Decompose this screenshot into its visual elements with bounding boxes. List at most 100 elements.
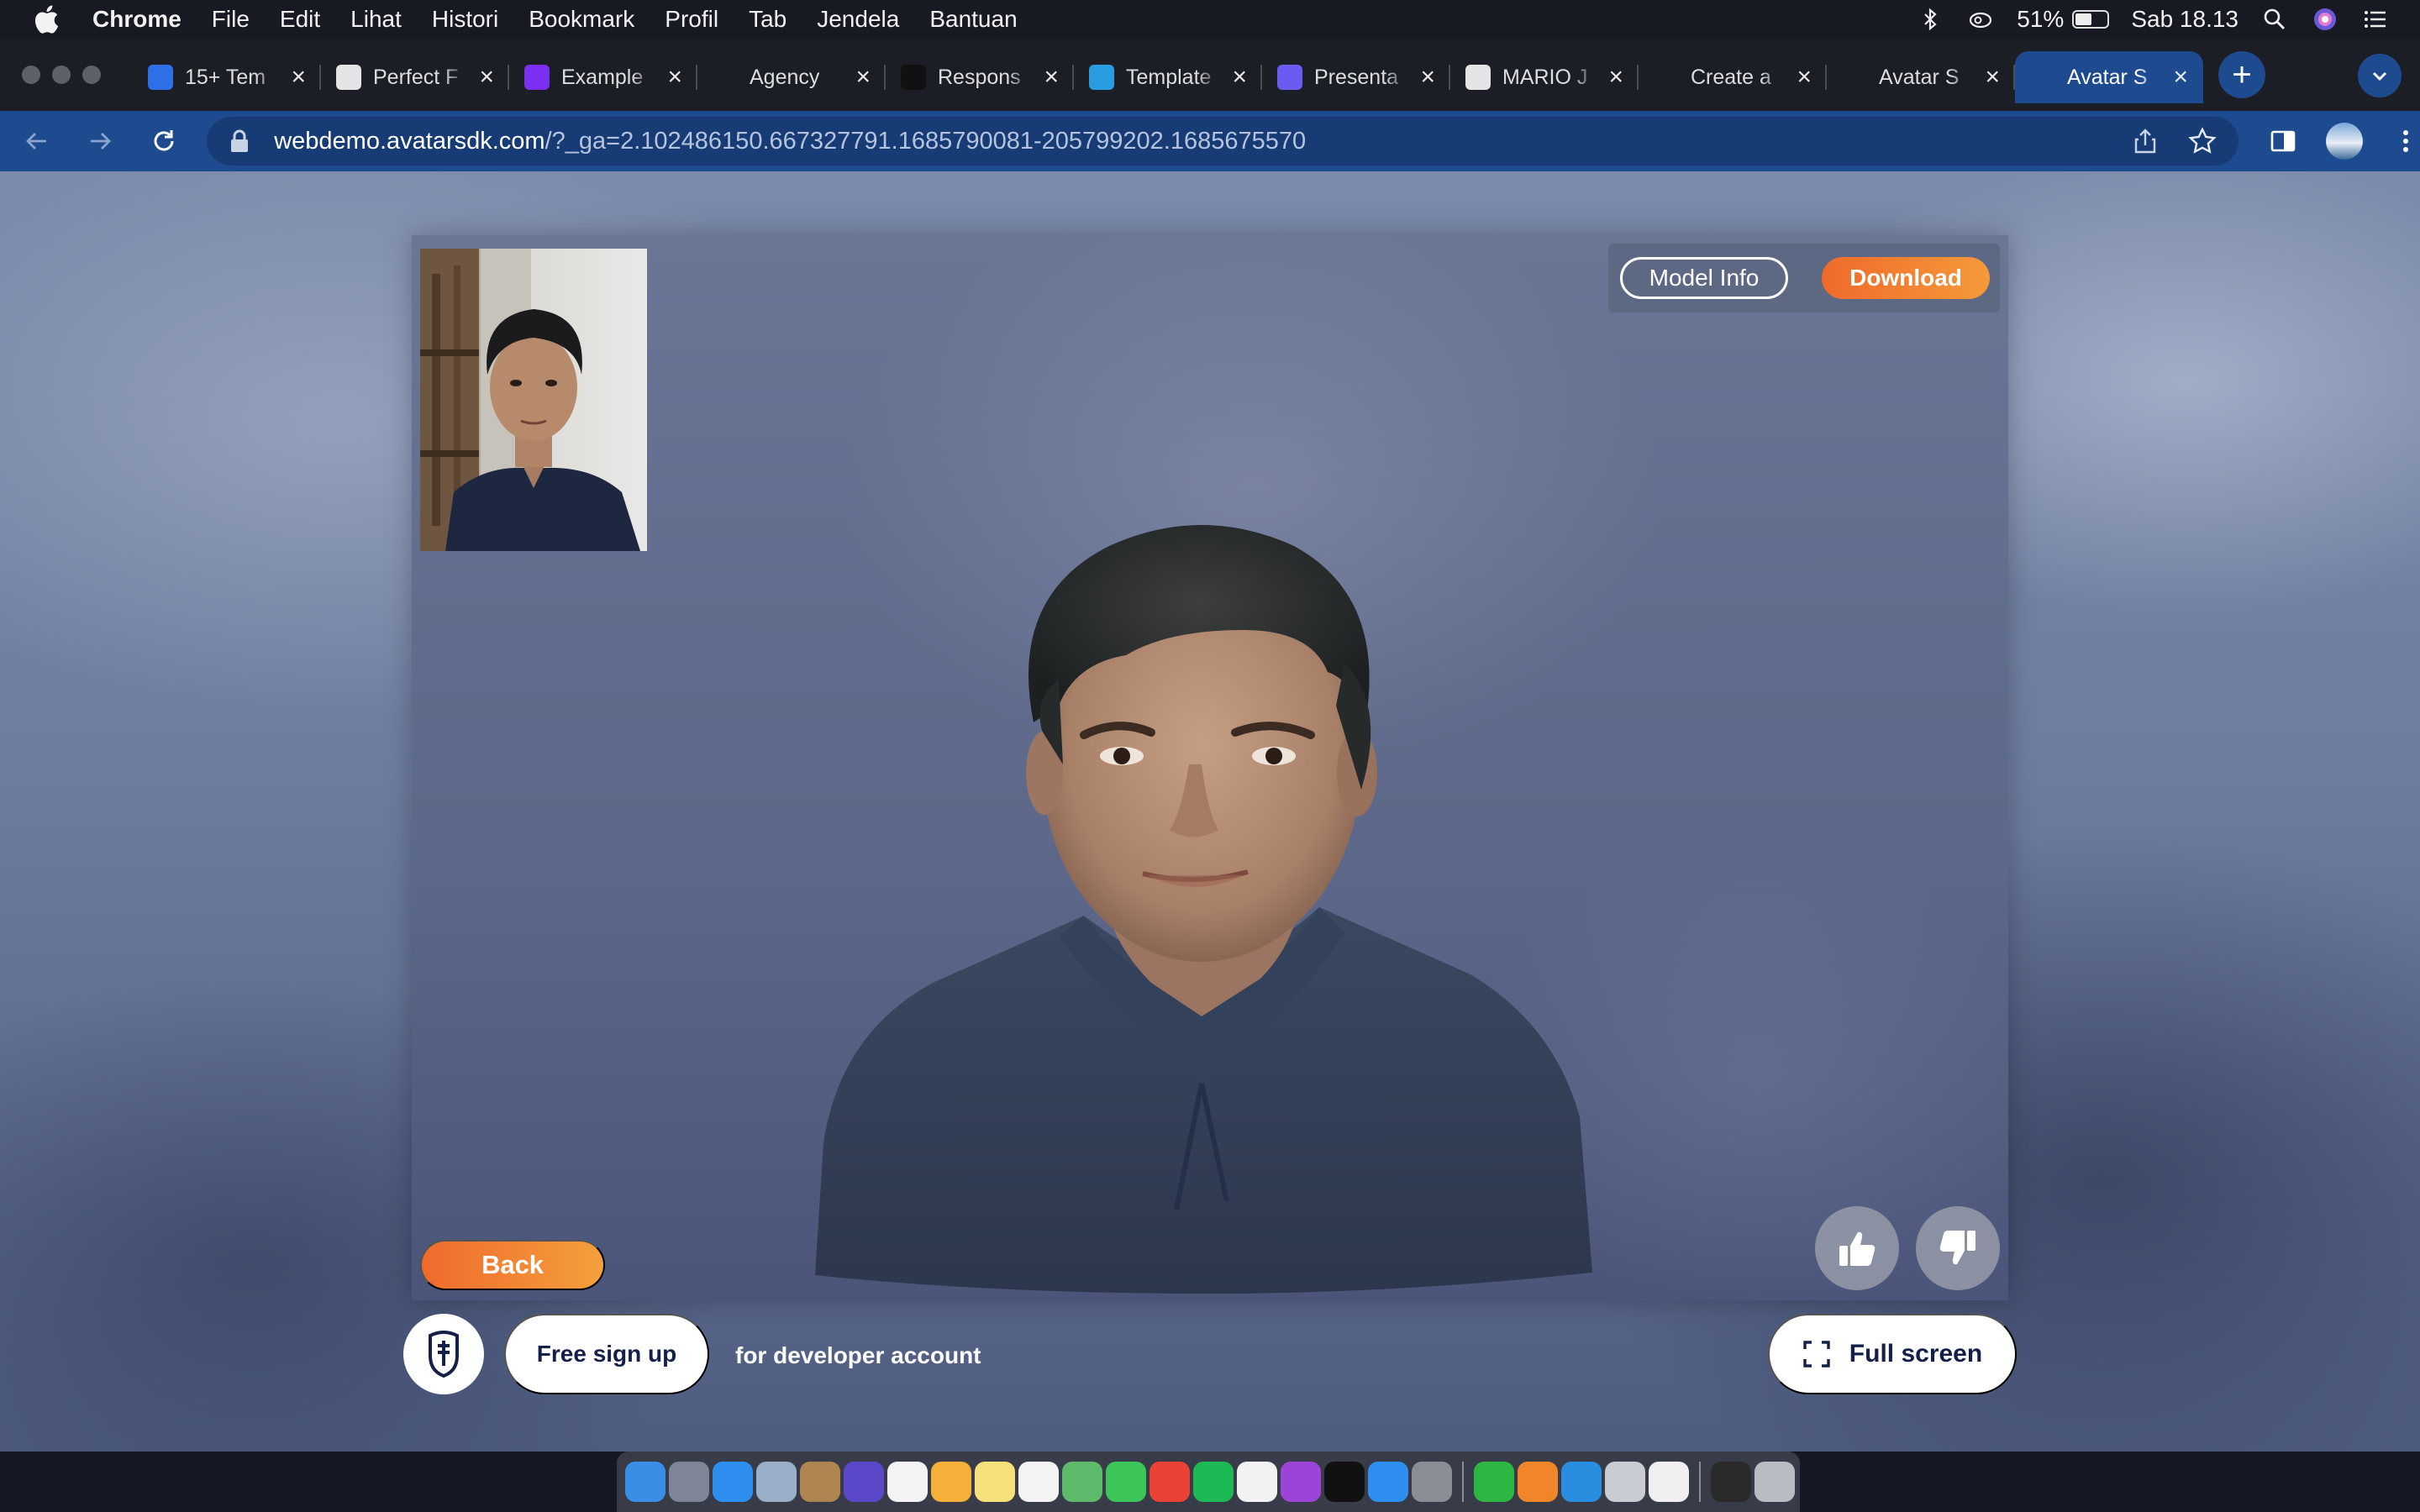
podcasts-icon[interactable] bbox=[1281, 1462, 1321, 1502]
fullscreen-icon bbox=[1803, 1341, 1830, 1368]
spotify-icon[interactable] bbox=[1193, 1462, 1234, 1502]
menu-help[interactable]: Bantuan bbox=[914, 6, 1032, 33]
tab[interactable]: Create a × bbox=[1639, 51, 1827, 103]
tab-title: Perfect F bbox=[373, 65, 459, 89]
creative-cloud-icon[interactable] bbox=[1966, 5, 1995, 34]
bootstrap-icon bbox=[524, 65, 550, 90]
tab-close-icon[interactable]: × bbox=[291, 63, 306, 92]
siri-icon[interactable] bbox=[2311, 5, 2339, 34]
minimize-window-button[interactable] bbox=[52, 66, 71, 84]
tab[interactable]: Template × bbox=[1074, 51, 1262, 103]
notes-brown-icon[interactable] bbox=[800, 1462, 840, 1502]
tab[interactable]: 15+ Tem × bbox=[133, 51, 321, 103]
app-store-icon[interactable] bbox=[1368, 1462, 1408, 1502]
dock-separator bbox=[1699, 1462, 1701, 1502]
tab[interactable]: Agency × bbox=[697, 51, 886, 103]
reload-button[interactable] bbox=[137, 114, 190, 168]
menu-bookmarks[interactable]: Bookmark bbox=[513, 6, 650, 33]
trash-icon[interactable] bbox=[1754, 1462, 1795, 1502]
vscode-icon[interactable] bbox=[1561, 1462, 1602, 1502]
side-panel-icon[interactable] bbox=[2269, 127, 2297, 155]
fullscreen-button[interactable]: Full screen bbox=[1768, 1314, 2017, 1394]
tab[interactable]: Respons × bbox=[886, 51, 1074, 103]
tab-close-icon[interactable]: × bbox=[1420, 63, 1435, 92]
thumbs-up-icon bbox=[1839, 1231, 1876, 1266]
tab-close-icon[interactable]: × bbox=[2173, 63, 2188, 92]
close-window-button[interactable] bbox=[22, 66, 40, 84]
blender-icon[interactable] bbox=[1518, 1462, 1558, 1502]
back-button[interactable]: Back bbox=[420, 1240, 605, 1290]
free-signup-button[interactable]: Free sign up bbox=[504, 1314, 709, 1394]
tab-active[interactable]: Avatar S × bbox=[2015, 51, 2203, 103]
music-icon[interactable] bbox=[1237, 1462, 1277, 1502]
photos-icon[interactable] bbox=[931, 1462, 971, 1502]
like-button[interactable] bbox=[1815, 1206, 1899, 1290]
tab-close-icon[interactable]: × bbox=[1797, 63, 1812, 92]
tab[interactable]: Avatar S × bbox=[1827, 51, 2015, 103]
menu-window[interactable]: Jendela bbox=[802, 6, 914, 33]
tab-search-button[interactable] bbox=[2358, 54, 2402, 97]
tab-close-icon[interactable]: × bbox=[1985, 63, 2000, 92]
battery-indicator[interactable]: 51% bbox=[2017, 6, 2110, 33]
back-nav-button[interactable] bbox=[10, 114, 63, 168]
zoom-window-button[interactable] bbox=[82, 66, 101, 84]
facetime-icon[interactable] bbox=[1106, 1462, 1146, 1502]
kebab-menu-icon[interactable] bbox=[2391, 127, 2420, 155]
menu-view[interactable]: Lihat bbox=[335, 6, 417, 33]
tv-icon[interactable] bbox=[1324, 1462, 1365, 1502]
tab-close-icon[interactable]: × bbox=[1044, 63, 1059, 92]
avatarsdk-logo[interactable] bbox=[403, 1314, 484, 1394]
share-icon[interactable] bbox=[2131, 127, 2160, 155]
control-center-icon[interactable] bbox=[2361, 5, 2390, 34]
calendar-icon[interactable] bbox=[887, 1462, 928, 1502]
siri-icon[interactable] bbox=[844, 1462, 884, 1502]
tab-close-icon[interactable]: × bbox=[1608, 63, 1623, 92]
address-bar[interactable]: webdemo.avatarsdk.com /?_ga=2.102486150.… bbox=[207, 117, 2238, 165]
lock-icon[interactable] bbox=[229, 129, 250, 154]
model-info-button[interactable]: Model Info bbox=[1620, 257, 1788, 299]
tab-title: Avatar S bbox=[2067, 65, 2148, 89]
menu-profiles[interactable]: Profil bbox=[650, 6, 734, 33]
tab[interactable]: Presenta × bbox=[1262, 51, 1450, 103]
avatar-3d-model[interactable] bbox=[807, 512, 1613, 1300]
tab[interactable]: Perfect F × bbox=[321, 51, 509, 103]
download-button[interactable]: Download bbox=[1822, 257, 1990, 299]
apple-icon[interactable] bbox=[0, 5, 92, 34]
tab[interactable]: MARIO J × bbox=[1450, 51, 1639, 103]
reminders-icon[interactable] bbox=[1018, 1462, 1059, 1502]
chrome-icon[interactable] bbox=[1150, 1462, 1190, 1502]
avatar-viewer[interactable]: Model Info Download Back bbox=[412, 235, 2008, 1300]
tab-close-icon[interactable]: × bbox=[855, 63, 871, 92]
profile-avatar[interactable] bbox=[2326, 123, 2363, 160]
spotlight-search-icon[interactable] bbox=[2260, 5, 2289, 34]
textedit-icon[interactable] bbox=[1649, 1462, 1689, 1502]
bookmark-star-icon[interactable] bbox=[2188, 127, 2217, 155]
utility-icon[interactable] bbox=[1605, 1462, 1645, 1502]
dislike-button[interactable] bbox=[1916, 1206, 2000, 1290]
finder-icon[interactable] bbox=[625, 1462, 666, 1502]
launchpad-icon[interactable] bbox=[669, 1462, 709, 1502]
system-settings-icon[interactable] bbox=[1412, 1462, 1452, 1502]
tab-close-icon[interactable]: × bbox=[1232, 63, 1247, 92]
tab[interactable]: Example × bbox=[509, 51, 697, 103]
tab-close-icon[interactable]: × bbox=[667, 63, 682, 92]
new-tab-button[interactable]: + bbox=[2218, 51, 2265, 98]
menu-history[interactable]: Histori bbox=[417, 6, 513, 33]
menu-file[interactable]: File bbox=[197, 6, 265, 33]
safari-icon[interactable] bbox=[713, 1462, 753, 1502]
forward-nav-button[interactable] bbox=[73, 114, 126, 168]
maps-icon[interactable] bbox=[1062, 1462, 1102, 1502]
terminal-icon[interactable] bbox=[1711, 1462, 1751, 1502]
whatsapp-icon[interactable] bbox=[1474, 1462, 1514, 1502]
tab-close-icon[interactable]: × bbox=[479, 63, 494, 92]
clock[interactable]: Sab 18.13 bbox=[2131, 6, 2238, 33]
preview-icon[interactable] bbox=[756, 1462, 797, 1502]
menu-edit[interactable]: Edit bbox=[265, 6, 335, 33]
avatarsdk-logo-icon bbox=[429, 1331, 459, 1378]
notes-icon[interactable] bbox=[975, 1462, 1015, 1502]
menu-tab[interactable]: Tab bbox=[734, 6, 802, 33]
tab-title: Presenta bbox=[1314, 65, 1399, 89]
bluetooth-icon[interactable] bbox=[1916, 5, 1944, 34]
tab-title: MARIO J bbox=[1502, 65, 1588, 89]
menu-app-name[interactable]: Chrome bbox=[92, 6, 197, 33]
